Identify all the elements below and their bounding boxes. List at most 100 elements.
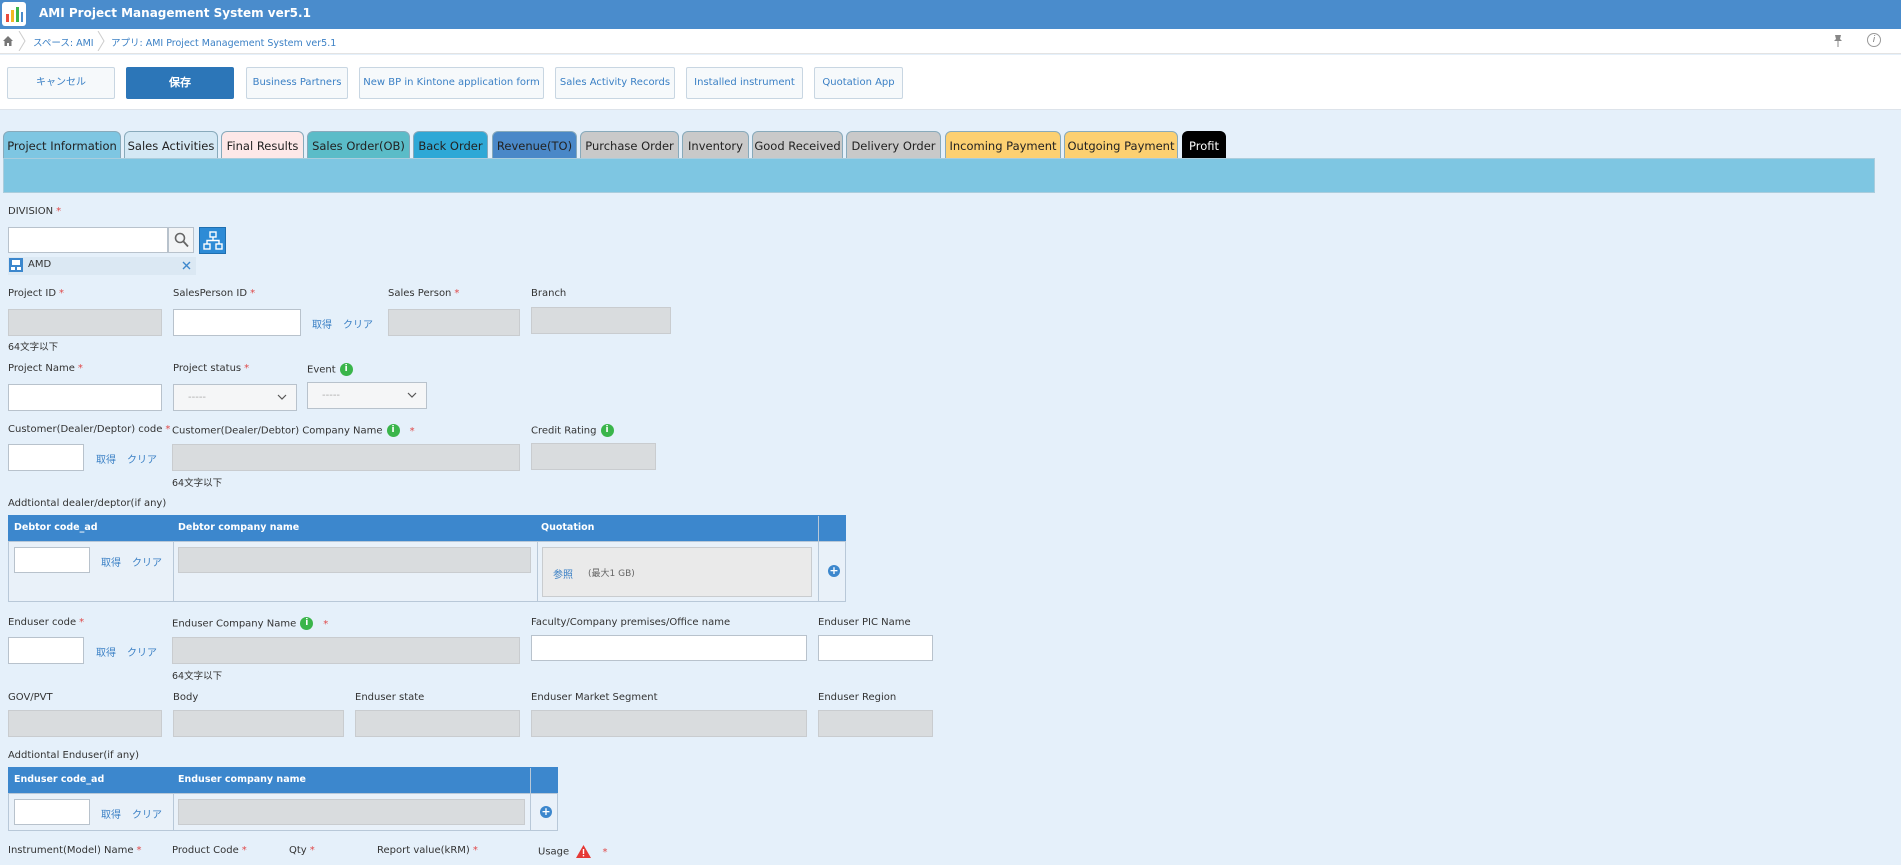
- enduser-pic-label: Enduser PIC Name: [818, 617, 911, 628]
- usage-label: Usage *: [538, 845, 608, 858]
- app-header: AMI Project Management System ver5.1: [0, 0, 1901, 29]
- home-icon[interactable]: [3, 36, 13, 46]
- search-icon: [174, 232, 189, 248]
- customer-code-input[interactable]: [8, 444, 84, 471]
- breadcrumb-app-link[interactable]: アプリ: AMI Project Management System ver5.…: [111, 35, 336, 49]
- sales-person-label: Sales Person *: [388, 288, 460, 299]
- market-segment-label: Enduser Market Segment: [531, 692, 658, 703]
- debtor-company-field: [178, 547, 531, 573]
- salesperson-get-link[interactable]: 取得: [312, 316, 332, 331]
- tab-sales-activities[interactable]: Sales Activities: [124, 131, 218, 159]
- tab-project-information[interactable]: Project Information: [3, 131, 121, 159]
- project-name-label: Project Name *: [8, 363, 83, 374]
- max-size-note: (最大1 GB): [588, 569, 635, 579]
- tab-revenue[interactable]: Revenue(TO): [492, 131, 577, 159]
- action-toolbar: キャンセル 保存 Business Partners New BP in Kin…: [0, 55, 1901, 110]
- enduser-get-link[interactable]: 取得: [96, 644, 116, 659]
- breadcrumb-separator-icon: [18, 31, 26, 51]
- installed-instrument-button[interactable]: Installed instrument: [686, 67, 803, 99]
- save-button[interactable]: 保存: [126, 67, 234, 99]
- gov-pvt-label: GOV/PVT: [8, 692, 53, 703]
- remove-icon[interactable]: [182, 261, 191, 270]
- event-label: Event i: [307, 363, 353, 376]
- column-header: Enduser company name: [178, 774, 306, 785]
- salesperson-clear-link[interactable]: クリア: [343, 316, 373, 331]
- tab-purchase-order[interactable]: Purchase Order: [580, 131, 679, 159]
- column-header: Debtor code_ad: [14, 522, 98, 533]
- info-icon[interactable]: i: [1867, 33, 1881, 47]
- sales-activity-records-button[interactable]: Sales Activity Records: [555, 67, 675, 99]
- quotation-attachment[interactable]: 参照 (最大1 GB): [542, 547, 812, 597]
- faculty-label: Faculty/Company premises/Office name: [531, 617, 731, 628]
- gov-pvt-field: [8, 710, 162, 737]
- debtor-get-link[interactable]: 取得: [101, 554, 121, 569]
- chevron-down-icon: [277, 394, 287, 400]
- business-partners-button[interactable]: Business Partners: [246, 67, 348, 99]
- debtor-table-row: 取得 クリア 参照 (最大1 GB) +: [8, 516, 846, 602]
- debtor-code-input[interactable]: [14, 547, 90, 573]
- project-id-note: 64文字以下: [8, 342, 59, 353]
- tab-good-received[interactable]: Good Received: [752, 131, 843, 159]
- info-icon[interactable]: i: [386, 424, 400, 437]
- debtor-table-header: Debtor code_ad Debtor company name Quota…: [8, 515, 846, 541]
- new-bp-form-button[interactable]: New BP in Kintone application form: [359, 67, 544, 99]
- tab-delivery-order[interactable]: Delivery Order: [846, 131, 941, 159]
- enduser-ad-get-link[interactable]: 取得: [101, 806, 121, 821]
- division-search-input[interactable]: [8, 227, 168, 253]
- organization-icon: [9, 258, 23, 272]
- browse-link[interactable]: 参照: [553, 566, 573, 581]
- salesperson-id-label: SalesPerson ID *: [173, 288, 256, 299]
- search-button[interactable]: [168, 227, 194, 253]
- org-chart-button[interactable]: [199, 227, 226, 254]
- tab-incoming-payment[interactable]: Incoming Payment: [945, 131, 1061, 159]
- project-name-input[interactable]: [8, 384, 162, 411]
- enduser-code-ad-input[interactable]: [14, 799, 90, 825]
- project-id-field: [8, 309, 162, 336]
- enduser-state-label: Enduser state: [355, 692, 425, 703]
- pin-icon[interactable]: [1834, 35, 1842, 47]
- sales-person-field: [388, 309, 520, 336]
- enduser-region-field: [818, 710, 933, 737]
- branch-field: [531, 307, 671, 334]
- info-icon[interactable]: i: [600, 424, 614, 437]
- column-header: Debtor company name: [178, 522, 300, 533]
- salesperson-id-input[interactable]: [173, 309, 301, 336]
- instrument-label: Instrument(Model) Name *: [8, 845, 142, 856]
- breadcrumb-separator-icon: [97, 31, 105, 51]
- org-chart-icon: [203, 231, 223, 250]
- enduser-company-note: 64文字以下: [172, 671, 223, 682]
- add-row-icon[interactable]: +: [828, 565, 840, 577]
- enduser-company-label: Enduser Company Name i *: [172, 617, 329, 630]
- quotation-app-button[interactable]: Quotation App: [814, 67, 903, 99]
- add-row-icon[interactable]: +: [540, 806, 552, 818]
- column-header: Quotation: [541, 522, 595, 533]
- project-id-label: Project ID *: [8, 288, 65, 299]
- division-label: DIVISION *: [8, 206, 62, 217]
- tab-final-results[interactable]: Final Results: [221, 131, 304, 159]
- debtor-clear-link[interactable]: クリア: [132, 554, 162, 569]
- customer-company-field: [172, 444, 520, 471]
- body-label: Body: [173, 692, 199, 703]
- customer-get-link[interactable]: 取得: [96, 451, 116, 466]
- customer-clear-link[interactable]: クリア: [127, 451, 157, 466]
- warning-icon[interactable]: [576, 845, 592, 858]
- project-status-label: Project status *: [173, 363, 250, 374]
- cancel-button[interactable]: キャンセル: [7, 67, 115, 99]
- tab-outgoing-payment[interactable]: Outgoing Payment: [1064, 131, 1178, 159]
- tab-sales-order[interactable]: Sales Order(OB): [307, 131, 410, 159]
- enduser-ad-company-field: [178, 799, 525, 825]
- tab-inventory[interactable]: Inventory: [682, 131, 749, 159]
- tab-profit[interactable]: Profit: [1182, 131, 1226, 159]
- enduser-pic-input[interactable]: [818, 635, 933, 661]
- credit-rating-label: Credit Rating i: [531, 424, 614, 437]
- enduser-ad-clear-link[interactable]: クリア: [132, 806, 162, 821]
- project-status-select[interactable]: -----: [173, 384, 297, 411]
- enduser-clear-link[interactable]: クリア: [127, 644, 157, 659]
- enduser-code-input[interactable]: [8, 637, 84, 664]
- info-icon[interactable]: i: [339, 363, 353, 376]
- info-icon[interactable]: i: [300, 617, 314, 630]
- breadcrumb-space-link[interactable]: スペース: AMI: [33, 35, 94, 49]
- faculty-input[interactable]: [531, 635, 807, 661]
- event-select[interactable]: -----: [307, 382, 427, 409]
- tab-back-order[interactable]: Back Order: [413, 131, 488, 159]
